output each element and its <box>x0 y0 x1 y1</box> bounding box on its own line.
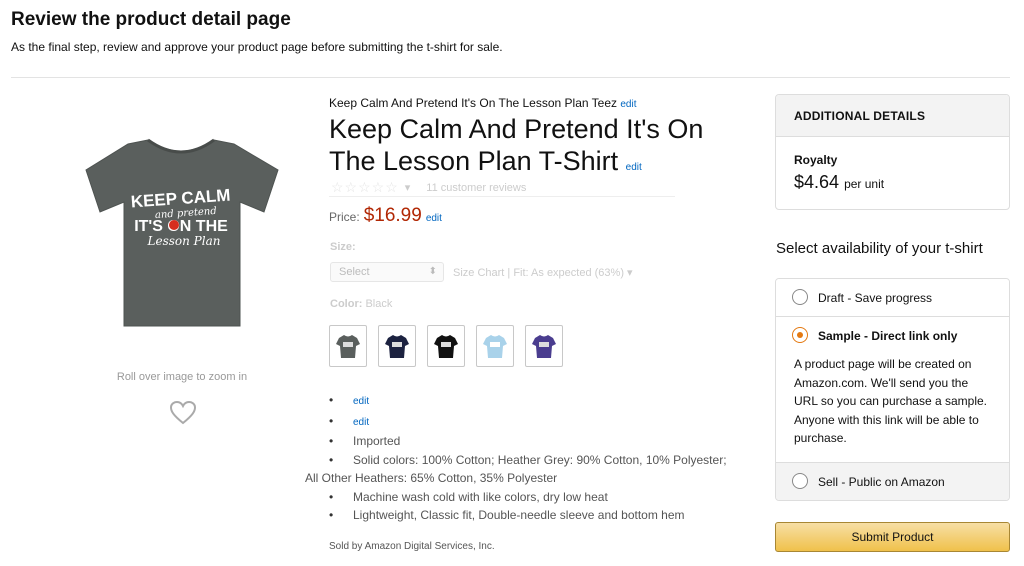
swatch-black[interactable] <box>427 325 465 367</box>
swatch-heather[interactable] <box>329 325 367 367</box>
shirt-text-its-on-the: IT'S ON THE <box>134 218 228 235</box>
brand-line: Keep Calm And Pretend It's On The Lesson… <box>329 96 637 110</box>
edit-title-link[interactable]: edit <box>626 162 642 173</box>
radio-sample[interactable] <box>792 327 808 343</box>
rating-row: ☆☆☆☆☆ ▾ 11 customer reviews <box>331 179 526 196</box>
rating-dropdown-icon: ▾ <box>404 182 411 194</box>
tshirt-icon <box>385 335 409 358</box>
bullet-item[interactable]: edit <box>329 412 759 433</box>
details-heading: ADDITIONAL DETAILS <box>776 95 1009 137</box>
royalty-value-line: $4.64 per unit <box>794 172 884 193</box>
review-count: 11 customer reviews <box>426 181 527 194</box>
swatch-purple[interactable] <box>525 325 563 367</box>
color-value: Black <box>365 298 393 310</box>
option-sell-label: Sell - Public on Amazon <box>818 475 945 489</box>
bullet-item[interactable]: edit <box>329 391 759 412</box>
radio-sell[interactable] <box>792 473 808 489</box>
tshirt-icon <box>532 335 556 358</box>
option-sample-label: Sample - Direct link only <box>818 329 958 343</box>
price-value: $16.99 <box>363 205 422 226</box>
bullet-item: Machine wash cold with like colors, dry … <box>329 488 759 507</box>
sold-by: Sold by Amazon Digital Services, Inc. <box>329 541 495 552</box>
product-title: Keep Calm And Pretend It's On The Lesson… <box>329 113 749 184</box>
additional-details-panel: ADDITIONAL DETAILS Royalty $4.64 per uni… <box>775 94 1010 210</box>
edit-bullet-1-link[interactable]: edit <box>353 396 369 407</box>
option-draft[interactable]: Draft - Save progress <box>776 279 1009 317</box>
size-select-value: Select <box>339 266 370 278</box>
tshirt-icon <box>336 335 360 358</box>
option-sample[interactable]: Sample - Direct link only A product page… <box>776 317 1009 463</box>
color-label: Color: Black <box>330 298 392 310</box>
size-select[interactable]: Select ⬍ <box>330 262 444 282</box>
color-label-key: Color: <box>330 298 363 310</box>
header-divider <box>11 77 1010 78</box>
apple-graphic <box>169 220 179 230</box>
bullet-item: Lightweight, Classic fit, Double-needle … <box>329 506 759 525</box>
color-swatches <box>329 325 563 367</box>
heart-icon[interactable] <box>169 400 197 426</box>
option-draft-label: Draft - Save progress <box>818 291 933 305</box>
title-divider <box>329 196 675 197</box>
product-image[interactable]: KEEP CALM and pretend IT'S ON THE Lesson… <box>78 130 284 330</box>
feature-bullets: edit edit Imported Solid colors: 100% Co… <box>305 391 759 525</box>
radio-draft[interactable] <box>792 289 808 305</box>
submit-product-button[interactable]: Submit Product <box>775 522 1010 552</box>
option-sample-description: A product page will be created on Amazon… <box>794 357 987 445</box>
bullet-continuation: All Other Heathers: 65% Cotton, 35% Poly… <box>305 471 558 485</box>
product-title-text: Keep Calm And Pretend It's On The Lesson… <box>329 114 704 176</box>
page-subtitle: As the final step, review and approve yo… <box>11 40 503 54</box>
updown-arrow-icon: ⬍ <box>428 266 437 277</box>
price-row: Price: $16.99 edit <box>329 205 442 227</box>
edit-brand-link[interactable]: edit <box>620 99 636 110</box>
tshirt-image: KEEP CALM and pretend IT'S ON THE Lesson… <box>85 138 279 327</box>
edit-bullet-2-link[interactable]: edit <box>353 417 369 428</box>
swatch-navy[interactable] <box>378 325 416 367</box>
option-sell[interactable]: Sell - Public on Amazon <box>776 463 1009 500</box>
price-label: Price: <box>329 210 360 224</box>
star-rating-icon: ☆☆☆☆☆ <box>331 179 399 195</box>
tshirt-icon <box>483 335 507 358</box>
royalty-unit: per unit <box>844 177 885 191</box>
availability-options: Draft - Save progress Sample - Direct li… <box>775 278 1010 501</box>
bullet-item: Solid colors: 100% Cotton; Heather Grey:… <box>329 451 759 470</box>
zoom-hint: Roll over image to zoom in <box>116 371 248 383</box>
size-chart-meta: Size Chart | Fit: As expected (63%) ▾ <box>453 267 633 279</box>
shirt-text-lesson-plan: Lesson Plan <box>147 234 221 248</box>
royalty-value: $4.64 <box>794 172 840 192</box>
royalty-label: Royalty <box>794 153 838 167</box>
edit-price-link[interactable]: edit <box>426 213 442 224</box>
tshirt-icon <box>434 335 458 358</box>
page-title: Review the product detail page <box>11 9 291 30</box>
swatch-light-blue[interactable] <box>476 325 514 367</box>
availability-title: Select availability of your t-shirt <box>776 240 983 257</box>
brand-name: Keep Calm And Pretend It's On The Lesson… <box>329 96 618 110</box>
size-label: Size: <box>330 241 356 253</box>
bullet-item: Imported <box>329 432 759 451</box>
